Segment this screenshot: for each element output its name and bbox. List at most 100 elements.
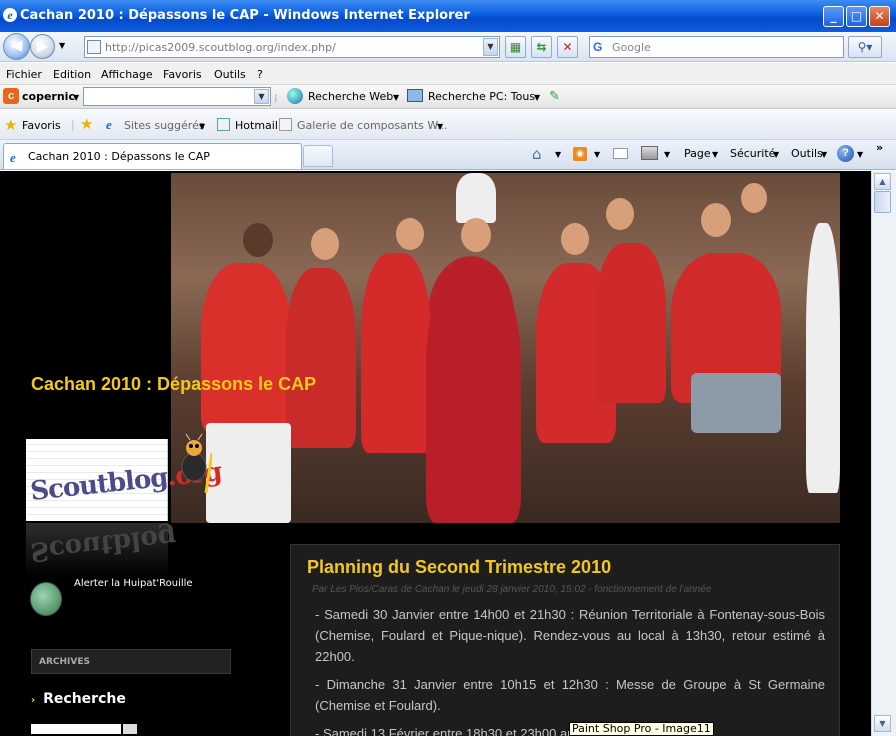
photo-face bbox=[243, 223, 273, 257]
tab-cachan[interactable]: e Cachan 2010 : Dépassons le CAP bbox=[3, 143, 302, 169]
forward-button[interactable]: ▶ bbox=[30, 34, 55, 59]
header-banner-photo bbox=[171, 173, 840, 523]
photo-figure bbox=[286, 268, 356, 448]
recherche-pc-button[interactable]: Recherche PC: Tous bbox=[428, 90, 535, 103]
sites-suggeres-dropdown-icon[interactable]: ▼ bbox=[199, 122, 205, 131]
compatibility-view-icon[interactable]: ▦ bbox=[505, 36, 526, 58]
minimize-button[interactable]: _ bbox=[823, 6, 844, 27]
post-title[interactable]: Planning du Second Trimestre 2010 bbox=[307, 557, 611, 578]
menu-fichier[interactable]: Fichier bbox=[6, 68, 42, 81]
recherche-web-button[interactable]: Recherche Web bbox=[308, 90, 393, 103]
search-input[interactable]: Google bbox=[612, 41, 651, 54]
menu-affichage[interactable]: Affichage bbox=[101, 68, 153, 81]
photo-face bbox=[461, 218, 491, 252]
home-icon[interactable]: ⌂ bbox=[532, 145, 542, 163]
copernic-dropdown-icon[interactable]: ▼ bbox=[254, 89, 269, 104]
add-favorite-icon[interactable]: ★ bbox=[80, 115, 93, 133]
outils-dropdown-icon[interactable]: ▼ bbox=[821, 150, 827, 159]
google-icon: G bbox=[593, 40, 603, 54]
address-dropdown-icon[interactable]: ▼ bbox=[483, 38, 498, 56]
globe-icon bbox=[287, 88, 303, 104]
page-menu[interactable]: Page bbox=[684, 147, 711, 160]
site-title[interactable]: Cachan 2010 : Dépassons le CAP bbox=[31, 374, 316, 395]
page-content: Cachan 2010 : Dépassons le CAP Scoutblog… bbox=[0, 171, 871, 736]
favorite-sites-suggeres[interactable]: Sites suggérés bbox=[124, 119, 205, 132]
window-titlebar[interactable]: e Cachan 2010 : Dépassons le CAP - Windo… bbox=[0, 0, 896, 32]
scoutblog-logo[interactable]: Scoutblog.org bbox=[26, 439, 223, 521]
home-dropdown-icon[interactable]: ▼ bbox=[555, 150, 561, 159]
menu-bar: Fichier Edition Affichage Favoris Outils… bbox=[0, 63, 896, 85]
close-button[interactable]: ✕ bbox=[869, 6, 890, 27]
menu-edition[interactable]: Edition bbox=[53, 68, 91, 81]
toolbar-overflow-icon[interactable]: » bbox=[876, 141, 883, 154]
copernic-logo-icon: c bbox=[3, 88, 19, 104]
alert-link[interactable]: Alerter la Huipat'Rouille bbox=[74, 578, 193, 589]
print-icon[interactable] bbox=[641, 146, 658, 160]
blog-search-button[interactable] bbox=[123, 724, 137, 734]
hotmail-icon bbox=[217, 118, 230, 131]
computer-icon bbox=[407, 89, 423, 102]
navigation-bar: ◀ ▶ ▼ http://picas2009.scoutblog.org/ind… bbox=[0, 32, 896, 62]
address-bar[interactable]: http://picas2009.scoutblog.org/index.php… bbox=[84, 36, 500, 58]
search-go-button[interactable]: ⚲▾ bbox=[848, 36, 882, 58]
menu-outils[interactable]: Outils bbox=[214, 68, 246, 81]
maximize-button[interactable]: □ bbox=[846, 6, 867, 27]
history-dropdown-icon[interactable]: ▼ bbox=[59, 41, 65, 50]
scroll-thumb[interactable] bbox=[874, 191, 891, 213]
copernic-menu-icon[interactable]: ▼ bbox=[73, 93, 79, 102]
photo-figure bbox=[596, 243, 666, 403]
back-button[interactable]: ◀ bbox=[3, 33, 30, 60]
separator-handle-icon: ⁞ bbox=[274, 92, 278, 105]
photo-face bbox=[396, 218, 424, 250]
photo-face bbox=[741, 183, 767, 213]
rss-feed-icon[interactable]: ◉ bbox=[573, 147, 587, 161]
photo-mitre bbox=[456, 173, 496, 223]
help-icon[interactable]: ? bbox=[837, 145, 854, 162]
blog-search-input[interactable] bbox=[31, 724, 121, 734]
recherche-pc-dropdown-icon[interactable]: ▼ bbox=[534, 93, 540, 102]
vertical-scrollbar[interactable]: ▲ ▼ bbox=[871, 171, 896, 736]
photo-face bbox=[311, 228, 339, 260]
refresh-button[interactable]: ⇆ bbox=[531, 36, 552, 58]
menu-favoris[interactable]: Favoris bbox=[163, 68, 202, 81]
favorite-galerie[interactable]: Galerie de composants W... bbox=[297, 119, 447, 132]
mail-icon[interactable] bbox=[613, 148, 628, 159]
address-url[interactable]: http://picas2009.scoutblog.org/index.php… bbox=[105, 41, 336, 54]
page-menu-dropdown-icon[interactable]: ▼ bbox=[712, 150, 718, 159]
search-box[interactable]: G Google bbox=[589, 36, 844, 58]
print-dropdown-icon[interactable]: ▼ bbox=[664, 150, 670, 159]
photo-face bbox=[606, 198, 634, 230]
outils-menu[interactable]: Outils bbox=[791, 147, 823, 160]
tab-bar: e Cachan 2010 : Dépassons le CAP ⌂ ▼ ◉ ▼… bbox=[0, 140, 896, 170]
photo-figure-bishop bbox=[426, 263, 521, 523]
galerie-dropdown-icon[interactable]: ▼ bbox=[437, 122, 443, 131]
ie-logo-icon: e bbox=[3, 8, 17, 22]
recherche-web-dropdown-icon[interactable]: ▼ bbox=[393, 93, 399, 102]
new-tab-button[interactable] bbox=[303, 145, 333, 167]
favorite-hotmail[interactable]: Hotmail bbox=[235, 119, 278, 132]
photo-face bbox=[701, 203, 731, 237]
blog-post: Planning du Second Trimestre 2010 Par Le… bbox=[290, 544, 840, 736]
scroll-down-button[interactable]: ▼ bbox=[874, 715, 891, 732]
bullet-icon: › bbox=[31, 695, 36, 706]
copernic-search-input[interactable]: ▼ bbox=[83, 87, 271, 106]
copernic-brand[interactable]: copernic bbox=[22, 90, 75, 103]
post-body: - Samedi 30 Janvier entre 14h00 et 21h30… bbox=[315, 604, 825, 736]
stop-button[interactable]: ✕ bbox=[557, 36, 578, 58]
securite-menu[interactable]: Sécurité bbox=[730, 147, 775, 160]
menu-help[interactable]: ? bbox=[257, 68, 263, 81]
securite-dropdown-icon[interactable]: ▼ bbox=[773, 150, 779, 159]
photo-figure bbox=[201, 263, 291, 433]
logo-reflection: Scoutblog bbox=[26, 521, 178, 577]
help-dropdown-icon[interactable]: ▼ bbox=[857, 150, 863, 159]
ladybug-mascot-icon bbox=[181, 433, 212, 493]
post-paragraph: - Samedi 30 Janvier entre 14h00 et 21h30… bbox=[315, 607, 825, 664]
favorites-button[interactable]: Favoris bbox=[22, 119, 61, 132]
tab-label: Cachan 2010 : Dépassons le CAP bbox=[28, 150, 210, 163]
photo-figure-white bbox=[806, 223, 840, 493]
rss-dropdown-icon[interactable]: ▼ bbox=[594, 150, 600, 159]
huipat-rouille-icon[interactable] bbox=[30, 582, 62, 616]
highlighter-icon[interactable]: ✎ bbox=[549, 89, 560, 104]
photo-shorts bbox=[691, 373, 781, 433]
scroll-up-button[interactable]: ▲ bbox=[874, 173, 891, 190]
